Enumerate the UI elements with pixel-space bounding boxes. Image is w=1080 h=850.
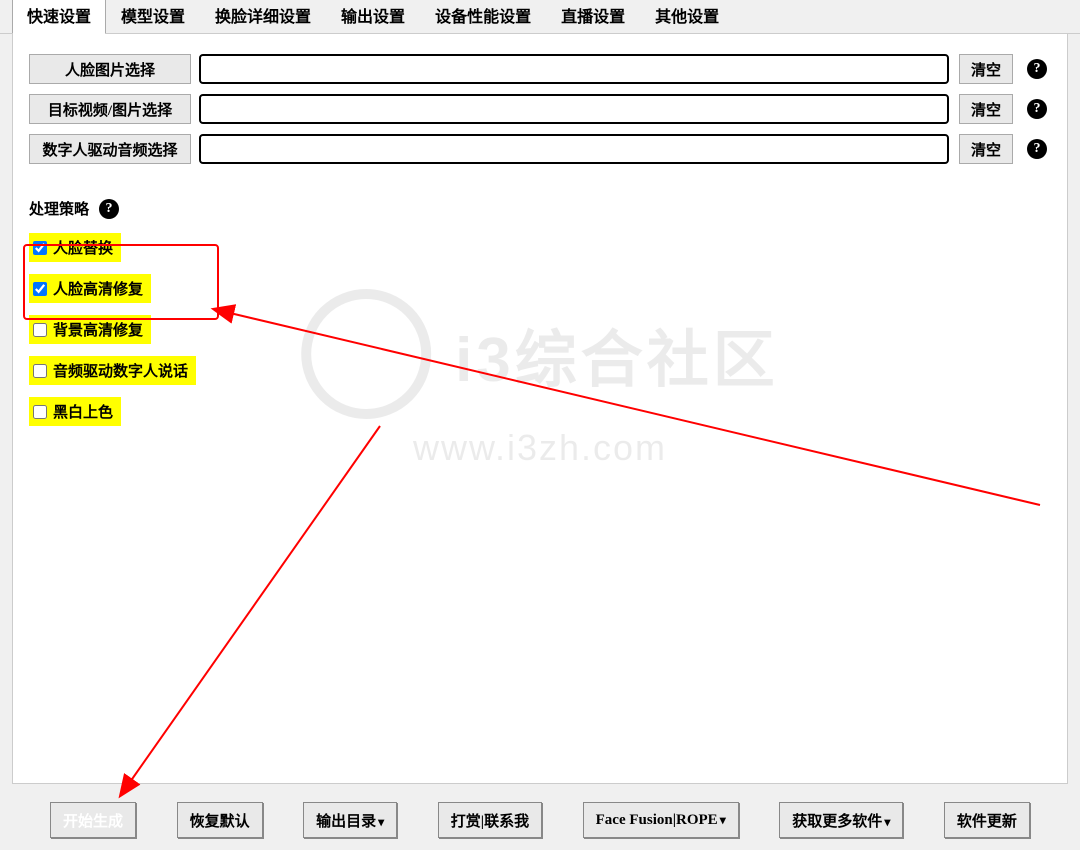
tab-bar: 快速设置 模型设置 换脸详细设置 输出设置 设备性能设置 直播设置 其他设置 xyxy=(0,0,1080,34)
digital-audio-select-button[interactable]: 数字人驱动音频选择 xyxy=(29,134,191,164)
tab-other-settings[interactable]: 其他设置 xyxy=(640,0,734,34)
opt-face-swap[interactable]: 人脸替换 xyxy=(29,233,121,262)
opt-bg-hd-restore-label: 背景高清修复 xyxy=(53,319,143,340)
opt-bg-hd-restore[interactable]: 背景高清修复 xyxy=(29,315,151,344)
opt-colorize-label: 黑白上色 xyxy=(53,401,113,422)
opt-face-hd-restore-label: 人脸高清修复 xyxy=(53,278,143,299)
row-target-video: 目标视频/图片选择 清空 ? xyxy=(29,94,1047,124)
target-video-clear-button[interactable]: 清空 xyxy=(959,94,1013,124)
opt-audio-drive-talk-label: 音频驱动数字人说话 xyxy=(53,360,188,381)
face-fusion-rope-button[interactable]: Face Fusion|ROPE xyxy=(583,802,739,838)
digital-audio-clear-button[interactable]: 清空 xyxy=(959,134,1013,164)
opt-audio-drive-talk-checkbox[interactable] xyxy=(33,364,47,378)
target-video-path-input[interactable] xyxy=(199,94,949,124)
watermark-title: i3综合社区 xyxy=(455,309,779,399)
opt-colorize[interactable]: 黑白上色 xyxy=(29,397,121,426)
opt-colorize-checkbox[interactable] xyxy=(33,405,47,419)
donate-button[interactable]: 打赏|联系我 xyxy=(438,802,542,838)
face-image-path-input[interactable] xyxy=(199,54,949,84)
opt-face-swap-label: 人脸替换 xyxy=(53,237,113,258)
help-icon[interactable]: ? xyxy=(1027,59,1047,79)
digital-audio-path-input[interactable] xyxy=(199,134,949,164)
watermark: i3综合社区 www.i3zh.com xyxy=(301,289,779,469)
strategy-header: 处理策略 ? xyxy=(29,198,1047,219)
face-image-select-button[interactable]: 人脸图片选择 xyxy=(29,54,191,84)
strategy-label: 处理策略 xyxy=(29,198,89,219)
output-dir-button[interactable]: 输出目录 xyxy=(303,802,397,838)
row-face-image: 人脸图片选择 清空 ? xyxy=(29,54,1047,84)
content-panel: 人脸图片选择 清空 ? 目标视频/图片选择 清空 ? 数字人驱动音频选择 清空 … xyxy=(12,34,1068,784)
tab-live-settings[interactable]: 直播设置 xyxy=(546,0,640,34)
opt-face-swap-checkbox[interactable] xyxy=(33,241,47,255)
help-icon[interactable]: ? xyxy=(99,199,119,219)
face-image-clear-button[interactable]: 清空 xyxy=(959,54,1013,84)
row-digital-audio: 数字人驱动音频选择 清空 ? xyxy=(29,134,1047,164)
opt-bg-hd-restore-checkbox[interactable] xyxy=(33,323,47,337)
watermark-url: www.i3zh.com xyxy=(301,427,779,469)
software-update-button[interactable]: 软件更新 xyxy=(944,802,1030,838)
opt-face-hd-restore[interactable]: 人脸高清修复 xyxy=(29,274,151,303)
target-video-select-button[interactable]: 目标视频/图片选择 xyxy=(29,94,191,124)
strategy-options: 人脸替换 人脸高清修复 背景高清修复 音频驱动数字人说话 黑白上色 xyxy=(29,233,196,438)
tab-device-perf[interactable]: 设备性能设置 xyxy=(420,0,546,34)
start-generate-button[interactable]: 开始生成 xyxy=(50,802,136,838)
opt-face-hd-restore-checkbox[interactable] xyxy=(33,282,47,296)
tab-model-settings[interactable]: 模型设置 xyxy=(106,0,200,34)
footer-toolbar: 开始生成 恢复默认 输出目录 打赏|联系我 Face Fusion|ROPE 获… xyxy=(0,790,1080,850)
opt-audio-drive-talk[interactable]: 音频驱动数字人说话 xyxy=(29,356,196,385)
restore-default-button[interactable]: 恢复默认 xyxy=(177,802,263,838)
tab-quick-settings[interactable]: 快速设置 xyxy=(12,0,106,34)
tab-faceswap-detail[interactable]: 换脸详细设置 xyxy=(200,0,326,34)
watermark-logo-icon xyxy=(301,289,431,419)
more-software-button[interactable]: 获取更多软件 xyxy=(779,802,903,838)
help-icon[interactable]: ? xyxy=(1027,99,1047,119)
tab-output-settings[interactable]: 输出设置 xyxy=(326,0,420,34)
help-icon[interactable]: ? xyxy=(1027,139,1047,159)
